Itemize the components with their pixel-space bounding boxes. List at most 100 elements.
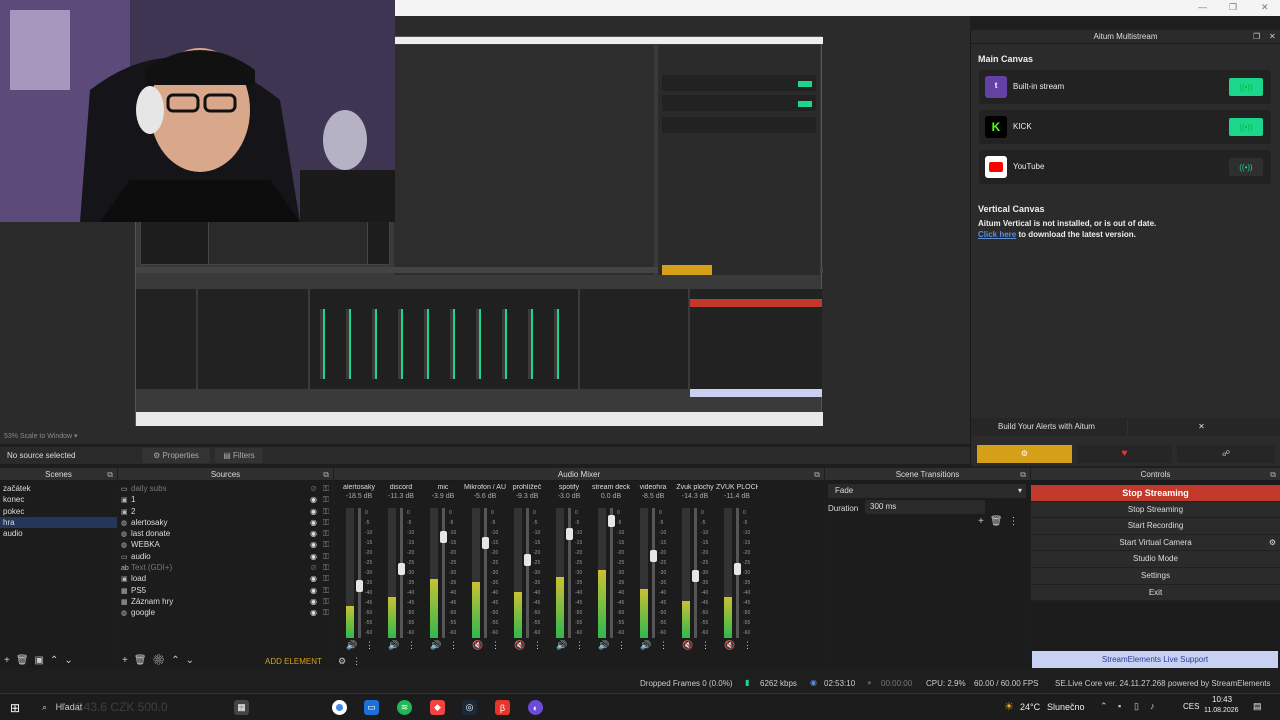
mixer-menu-icon[interactable]: ⋮ — [352, 656, 367, 666]
red-app-icon[interactable]: β — [495, 700, 510, 715]
volume-knob[interactable] — [398, 563, 405, 575]
windows-start-icon[interactable]: ⊞ — [10, 701, 20, 715]
remove-transition-icon[interactable]: 🗑 — [990, 516, 1009, 527]
remove-scene-icon[interactable]: 🗑 — [16, 655, 35, 666]
speaker-icon[interactable]: 🔊 — [556, 640, 567, 651]
notification-icon[interactable]: ▤ — [1253, 701, 1262, 712]
visibility-eye-icon[interactable]: ◉ — [310, 585, 317, 596]
source-item[interactable]: ◍ last donate ◉ ⚿ — [118, 528, 333, 539]
scene-item[interactable]: začátek — [0, 483, 117, 494]
lock-icon[interactable]: ⚿ — [323, 596, 329, 607]
close-button[interactable]: ✕ — [1261, 2, 1269, 13]
volume-knob[interactable] — [356, 580, 363, 592]
scene-item[interactable]: konec — [0, 494, 117, 505]
channel-menu-icon[interactable]: ⋮ — [659, 640, 668, 651]
visibility-eye-icon[interactable]: ◉ — [310, 539, 317, 550]
add-transition-icon[interactable]: + — [978, 516, 990, 527]
source-item[interactable]: ◍ google ◉ ⚿ — [118, 607, 333, 618]
volume-slider[interactable] — [692, 508, 699, 638]
obs-icon[interactable]: ◐ — [528, 700, 543, 715]
transition-menu-icon[interactable]: ⋮ — [1009, 516, 1025, 527]
visibility-eye-icon[interactable]: ⊘ — [310, 562, 317, 573]
start-recording-button[interactable]: Start Recording — [1031, 518, 1280, 535]
scale-dropdown[interactable]: 53% Scale to Window ▾ — [4, 432, 78, 440]
remove-source-icon[interactable]: 🗑 — [134, 655, 153, 666]
volume-knob[interactable] — [566, 528, 573, 540]
stream-toggle-youtube[interactable]: ((•)) — [1229, 158, 1263, 176]
visibility-eye-icon[interactable]: ◉ — [310, 506, 317, 517]
volume-knob[interactable] — [650, 550, 657, 562]
visibility-eye-icon[interactable]: ⊘ — [310, 483, 317, 494]
move-down-icon[interactable]: ⌄ — [64, 655, 78, 666]
close-alert-banner-button[interactable]: ✕ — [1127, 420, 1275, 434]
channel-menu-icon[interactable]: ⋮ — [491, 640, 500, 651]
source-item[interactable]: ▭ audio ◉ ⚿ — [118, 551, 333, 562]
visibility-eye-icon[interactable]: ◉ — [310, 551, 317, 562]
tray-chevron-icon[interactable]: ⌃ — [1100, 701, 1108, 712]
exit-button[interactable]: Exit — [1031, 584, 1280, 602]
volume-knob[interactable] — [482, 537, 489, 549]
steam-icon[interactable]: ◎ — [462, 700, 477, 715]
visibility-eye-icon[interactable]: ◉ — [310, 517, 317, 528]
volume-knob[interactable] — [692, 570, 699, 582]
muted-speaker-icon[interactable]: 🔇 — [724, 640, 735, 651]
network-icon[interactable]: ▯ — [1134, 701, 1139, 712]
channel-menu-icon[interactable]: ⋮ — [743, 640, 752, 651]
source-item[interactable]: ▭ daily subs ⊘ ⚿ — [118, 483, 333, 494]
scene-filters-icon[interactable]: ▣ — [35, 655, 50, 666]
source-item[interactable]: ◍ WEBKA ◉ ⚿ — [118, 539, 333, 550]
lock-icon[interactable]: ⚿ — [323, 494, 329, 505]
lock-icon[interactable]: ⚿ — [323, 517, 329, 528]
lock-icon[interactable]: ⚿ — [323, 562, 329, 573]
lock-icon[interactable]: ⚿ — [323, 585, 329, 596]
stream-toggle-kick[interactable]: ((•)) — [1229, 118, 1263, 136]
volume-knob[interactable] — [440, 531, 447, 543]
source-item[interactable]: ◍ alertosaky ◉ ⚿ — [118, 517, 333, 528]
lock-icon[interactable]: ⚿ — [323, 528, 329, 539]
source-item[interactable]: ▣ load ◉ ⚿ — [118, 573, 333, 584]
speaker-icon[interactable]: 🔊 — [598, 640, 609, 651]
volume-slider[interactable] — [440, 508, 447, 638]
visibility-eye-icon[interactable]: ◉ — [310, 494, 317, 505]
channel-menu-icon[interactable]: ⋮ — [533, 640, 542, 651]
channel-menu-icon[interactable]: ⋮ — [701, 640, 710, 651]
start-virtual-camera-button[interactable]: Start Virtual Camera ⚙ — [1031, 534, 1280, 552]
volume-knob[interactable] — [608, 515, 615, 527]
float-dock-icon[interactable]: ⧉ — [1020, 470, 1026, 480]
studio-mode-button[interactable]: Studio Mode — [1031, 551, 1280, 568]
float-dock-icon[interactable]: ⧉ — [323, 470, 329, 480]
stop-streaming-secondary-button[interactable]: Stop Streaming — [1031, 501, 1280, 519]
volume-knob[interactable] — [524, 554, 531, 566]
source-item[interactable]: ▣ 1 ◉ ⚿ — [118, 494, 333, 505]
source-item[interactable]: ▦ Záznam hry ◉ ⚿ — [118, 596, 333, 607]
close-dock-icon[interactable]: ✕ — [1269, 32, 1276, 41]
aitum-settings-button[interactable]: ⚙ — [977, 445, 1072, 463]
move-down-icon[interactable]: ⌄ — [186, 655, 200, 666]
channel-menu-icon[interactable]: ⋮ — [407, 640, 416, 651]
add-element-button[interactable]: ADD ELEMENT — [265, 657, 322, 666]
visibility-eye-icon[interactable]: ◉ — [310, 607, 317, 618]
move-up-icon[interactable]: ⌃ — [171, 655, 185, 666]
clock-time[interactable]: 10:43 — [1212, 695, 1232, 704]
duration-input[interactable]: 300 ms — [865, 500, 985, 514]
volume-slider[interactable] — [734, 508, 741, 638]
muted-speaker-icon[interactable]: 🔇 — [472, 640, 483, 651]
lock-icon[interactable]: ⚿ — [323, 607, 329, 618]
float-dock-icon[interactable]: ⧉ — [107, 470, 113, 480]
volume-icon[interactable]: ♪ — [1150, 701, 1155, 711]
volume-slider[interactable] — [566, 508, 573, 638]
speaker-icon[interactable]: 🔊 — [346, 640, 357, 651]
float-dock-icon[interactable]: ⧉ — [1270, 470, 1276, 480]
muted-speaker-icon[interactable]: 🔇 — [514, 640, 525, 651]
source-item[interactable]: ▦ PS5 ◉ ⚿ — [118, 585, 333, 596]
live-support-button[interactable]: StreamElements Live Support — [1032, 651, 1278, 668]
lock-icon[interactable]: ⚿ — [323, 551, 329, 562]
tray-app-icon[interactable]: ▪ — [1118, 701, 1121, 711]
build-alerts-label[interactable]: Build Your Alerts with Aitum — [998, 422, 1095, 431]
donate-heart-button[interactable]: ♥ — [1077, 445, 1172, 463]
scene-item[interactable]: audio — [0, 528, 117, 539]
scene-item-selected[interactable]: hra — [0, 516, 117, 529]
channel-menu-icon[interactable]: ⋮ — [365, 640, 374, 651]
lock-icon[interactable]: ⚿ — [323, 506, 329, 517]
properties-button[interactable]: ⚙ Properties — [142, 448, 210, 463]
